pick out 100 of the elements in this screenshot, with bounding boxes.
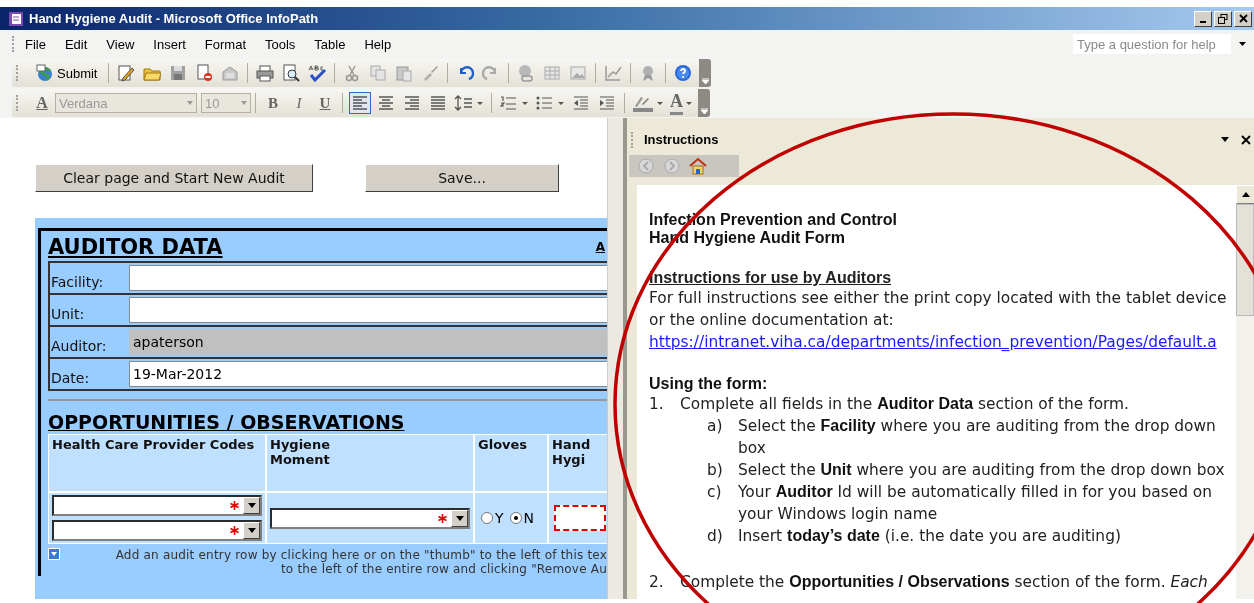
list-number: b) xyxy=(707,460,724,481)
close-button[interactable] xyxy=(1234,10,1252,27)
spelling-icon xyxy=(307,64,328,82)
font-color-button[interactable]: A xyxy=(669,92,693,114)
dropdown-arrow-icon[interactable] xyxy=(1221,137,1229,142)
menu-item[interactable]: File xyxy=(25,34,46,54)
section-heading: OPPORTUNITIES / OBSERVATIONS xyxy=(48,411,406,433)
list-number: 2. xyxy=(649,572,665,593)
scrollbar[interactable] xyxy=(1236,185,1254,599)
line-spacing-icon xyxy=(454,94,484,112)
scroll-thumb[interactable] xyxy=(1236,204,1254,316)
field-label: Facility: xyxy=(50,274,105,292)
dropdown-arrow-icon xyxy=(184,99,196,107)
copy-icon xyxy=(369,64,388,82)
format-button[interactable]: U xyxy=(314,92,336,114)
toolbar-options-button[interactable] xyxy=(698,89,710,117)
link[interactable]: https://intranet.viha.ca/departments/infection_prevention/Pages/default.a xyxy=(649,333,1217,351)
dropdown-arrow-icon xyxy=(247,528,256,533)
menu-item[interactable]: Edit xyxy=(64,34,88,54)
dropdown-field[interactable] xyxy=(52,495,262,516)
decrease-indent-icon xyxy=(572,94,590,112)
section-link[interactable]: A xyxy=(595,240,605,254)
input-field[interactable] xyxy=(554,505,606,531)
print-button[interactable] xyxy=(254,62,277,84)
menu-item[interactable]: View xyxy=(106,34,135,54)
list-item-text: Insert today’s date (i.e. the date you are auditing) xyxy=(738,526,1121,547)
page-minus-icon xyxy=(195,64,214,82)
list-number: 1. xyxy=(649,394,665,415)
form-button[interactable]: Clear page and Start New Audit xyxy=(35,164,313,192)
subheading: Instructions for use by Auditors xyxy=(649,269,893,287)
submit-button[interactable]: Submit xyxy=(31,62,103,84)
menu-item[interactable]: Format xyxy=(204,34,246,54)
minimize-button[interactable] xyxy=(1194,10,1212,27)
image-icon xyxy=(569,64,588,82)
menu-item[interactable]: Help xyxy=(364,34,392,54)
globe-icon xyxy=(36,64,54,82)
align-left-icon xyxy=(351,94,369,112)
input-field: apaterson xyxy=(129,329,607,355)
field-label: Date: xyxy=(50,370,91,388)
paragraph: For full instructions see either the print copy located with the tablet device or the online documentation at: xyxy=(649,288,1228,331)
form-button[interactable]: Save... xyxy=(365,164,559,192)
print-preview-icon xyxy=(282,64,301,82)
radio-label: Y xyxy=(495,510,504,526)
subheading: Using the form: xyxy=(649,375,769,393)
format-button[interactable]: I xyxy=(288,92,310,114)
table-icon xyxy=(543,64,562,82)
menu-item[interactable]: Table xyxy=(314,34,346,54)
app-icon xyxy=(8,10,24,27)
close-icon[interactable] xyxy=(1241,134,1251,145)
menu-item[interactable]: Insert xyxy=(153,34,186,54)
required-icon xyxy=(230,501,239,510)
paste-icon xyxy=(395,64,414,82)
list-item-text: Your Auditor Id will be automatically filled in for you based on your Windows login name xyxy=(738,482,1214,525)
dropdown-field[interactable] xyxy=(52,520,262,541)
align-right-icon xyxy=(403,94,421,112)
field-label: Unit: xyxy=(50,306,86,324)
add-row-hint[interactable]: Add an audit entry row by clicking here or on the "thumb" to the left of this tex to the left of the entire row and clicking "Remove Au xyxy=(115,548,607,576)
column-header: Hygiene Moment xyxy=(267,435,473,491)
radio-button[interactable] xyxy=(509,512,522,524)
spelling-button[interactable] xyxy=(306,62,329,84)
numbered-list-icon xyxy=(499,94,529,112)
list-number: c) xyxy=(707,482,723,503)
list-number: d) xyxy=(707,526,724,547)
dropdown-arrow-icon xyxy=(238,99,250,107)
menu-item[interactable]: Tools xyxy=(265,34,296,54)
restore-button[interactable] xyxy=(1214,10,1232,27)
overflow-icon xyxy=(700,108,708,114)
input-field[interactable]: 19-Mar-2012 xyxy=(129,361,607,387)
dropdown-field[interactable] xyxy=(270,507,470,529)
back-icon xyxy=(638,158,654,174)
highlight-icon xyxy=(632,94,664,112)
increase-indent-icon xyxy=(598,94,616,112)
chart-icon xyxy=(604,64,623,82)
dropdown-arrow-icon[interactable] xyxy=(1239,42,1246,46)
help-icon xyxy=(674,64,693,82)
window-title: Hand Hygiene Audit - Microsoft Office InfoPath xyxy=(29,11,320,26)
section-heading: AUDITOR DATA xyxy=(48,235,223,259)
list-number: a) xyxy=(707,416,724,437)
justify-icon xyxy=(429,94,447,112)
input-field[interactable] xyxy=(129,265,607,291)
scrollbar[interactable] xyxy=(607,118,623,599)
format-button[interactable]: B xyxy=(262,92,284,114)
dropdown-arrow-icon xyxy=(686,101,692,105)
list-item-text: Complete all fields in the Auditor Data section of the form. xyxy=(680,394,1129,415)
column-header: Hand Hygi xyxy=(549,435,607,491)
add-row-icon[interactable] xyxy=(48,548,60,560)
home-icon xyxy=(689,157,707,175)
alignment-button[interactable] xyxy=(349,92,371,114)
dropdown-arrow-icon xyxy=(455,515,464,521)
column-header: Health Care Provider Codes xyxy=(49,435,265,491)
radio-label: N xyxy=(523,510,535,526)
print-icon xyxy=(255,64,276,82)
styles-button[interactable]: A xyxy=(31,92,53,114)
help-search-field[interactable]: Type a question for help xyxy=(1073,34,1231,54)
radio-button[interactable] xyxy=(481,512,493,524)
forward-icon xyxy=(664,158,680,174)
required-icon xyxy=(438,513,447,523)
toolbar-options-button[interactable] xyxy=(699,59,712,87)
input-field[interactable] xyxy=(129,297,607,323)
field-label: Auditor: xyxy=(50,338,108,356)
